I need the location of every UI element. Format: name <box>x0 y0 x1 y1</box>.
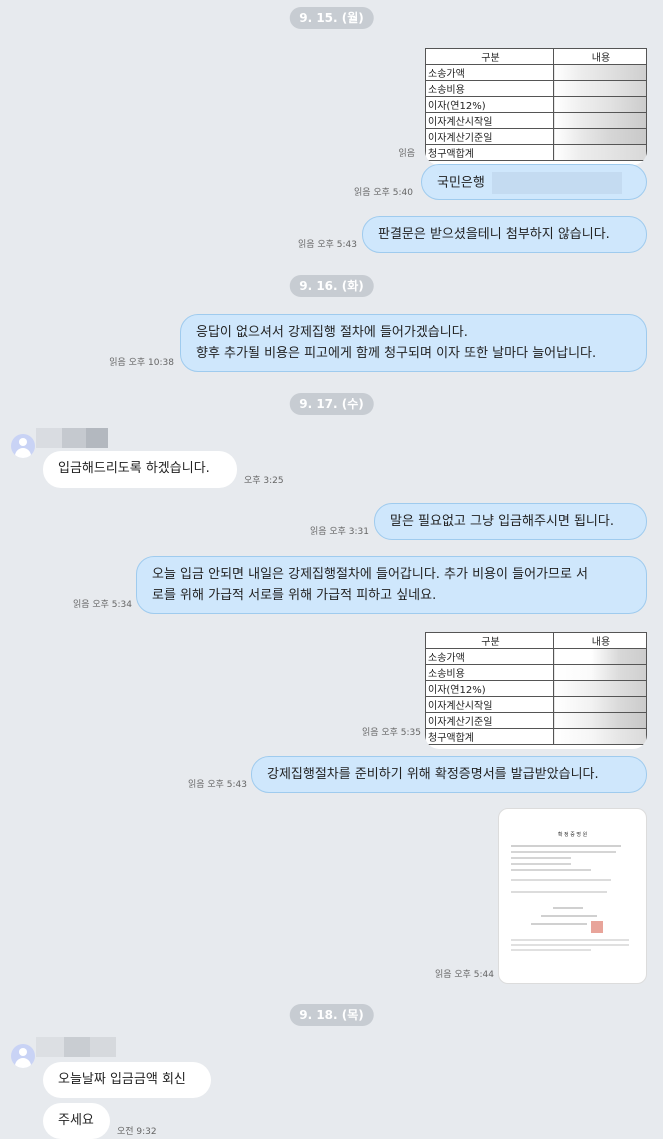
blurred-value <box>553 80 647 97</box>
table-row-label: 이자계산시작일 <box>425 696 554 713</box>
table-image-attachment[interactable]: 구분 내용 소송가액 소송비용 이자(연12%) 이자계산시작일 이자계산기준일 … <box>425 632 647 749</box>
message-meta: 읽음 오후 5:35 <box>361 728 421 738</box>
outgoing-message[interactable]: 오늘 입금 안되면 내일은 강제집행절차에 들어갑니다. 추가 비용이 들어가므… <box>136 556 647 614</box>
table-row-label: 소송가액 <box>425 648 554 665</box>
blurred-value <box>553 712 647 729</box>
blurred-value <box>553 96 647 113</box>
outgoing-message[interactable]: 판결문은 받으셨을테니 첨부하지 않습니다. <box>362 216 647 253</box>
table-row-label: 소송가액 <box>425 64 554 81</box>
message-text-line: 응답이 없으셔서 강제집행 절차에 들어가겠습니다. <box>196 325 468 340</box>
outgoing-message[interactable]: 말은 필요없고 그냥 입금해주시면 됩니다. <box>374 503 647 540</box>
message-text-line: 로를 위해 가급적 서로를 위해 가급적 피하고 싶네요. <box>152 588 437 603</box>
table-header-content: 내용 <box>553 632 647 649</box>
outgoing-message[interactable]: 국민은행 <box>421 164 647 200</box>
table-header-content: 내용 <box>553 48 647 65</box>
table-row-label: 청구액합계 <box>425 144 554 161</box>
blurred-value <box>553 112 647 129</box>
incoming-message[interactable]: 주세요 <box>43 1103 110 1139</box>
table-row-label: 이자(연12%) <box>425 96 554 113</box>
blurred-value <box>553 128 647 145</box>
user-avatar-icon[interactable] <box>11 434 35 458</box>
message-meta: 오전 9:32 <box>117 1127 157 1137</box>
table-row-label: 소송비용 <box>425 664 554 681</box>
table-row-label: 이자계산기준일 <box>425 712 554 729</box>
blurred-sender-name <box>36 428 108 448</box>
date-divider: 9. 18. (목) <box>289 1004 374 1026</box>
blurred-value <box>553 648 647 665</box>
table-header-category: 구분 <box>425 632 554 649</box>
certificate-title: 확 정 증 명 원 <box>557 832 588 838</box>
table-image-attachment[interactable]: 구분 내용 소송가액 소송비용 이자(연12%) 이자계산시작일 이자계산기준일 … <box>425 48 647 165</box>
outgoing-message[interactable]: 응답이 없으셔서 강제집행 절차에 들어가겠습니다. 향후 추가될 비용은 피고… <box>180 314 647 372</box>
table-row-label: 이자계산기준일 <box>425 128 554 145</box>
table-row-label: 이자(연12%) <box>425 680 554 697</box>
message-meta: 읽음 오후 5:43 <box>297 240 357 250</box>
redacted-account <box>491 172 622 194</box>
outgoing-message[interactable]: 강제집행절차를 준비하기 위해 확정증명서를 발급받았습니다. <box>251 756 647 793</box>
message-text-line: 오늘 입금 안되면 내일은 강제집행절차에 들어갑니다. 추가 비용이 들어가므… <box>152 567 589 582</box>
blurred-value <box>553 64 647 81</box>
certificate-document: 확 정 증 명 원 <box>505 815 640 977</box>
date-divider: 9. 16. (화) <box>289 275 374 297</box>
message-meta: 읽음 오후 5:34 <box>72 600 132 610</box>
claim-table: 구분 내용 소송가액 소송비용 이자(연12%) 이자계산시작일 이자계산기준일 … <box>425 632 647 745</box>
red-seal-stamp <box>591 921 603 933</box>
message-meta: 읽음 오후 5:43 <box>187 780 247 790</box>
certificate-image-attachment[interactable]: 확 정 증 명 원 <box>498 808 647 984</box>
table-header-category: 구분 <box>425 48 554 65</box>
message-meta: 오후 3:25 <box>244 476 284 486</box>
user-avatar-icon[interactable] <box>11 1044 35 1068</box>
message-text-line: 향후 추가될 비용은 피고에게 함께 청구되며 이자 또한 날마다 늘어납니다. <box>196 346 597 361</box>
message-text: 국민은행 <box>437 175 485 191</box>
blurred-value <box>553 728 647 745</box>
blurred-sender-name <box>36 1037 116 1057</box>
claim-table: 구분 내용 소송가액 소송비용 이자(연12%) 이자계산시작일 이자계산기준일 … <box>425 48 647 161</box>
message-meta: 읽음 오후 10:38 <box>109 358 174 368</box>
date-divider: 9. 17. (수) <box>289 393 374 415</box>
table-row-label: 소송비용 <box>425 80 554 97</box>
message-meta: 읽음 오후 3:31 <box>309 527 369 537</box>
message-meta: 읽음 오후 5:44 <box>434 970 494 980</box>
table-row-label: 청구액합계 <box>425 728 554 745</box>
incoming-message[interactable]: 입금해드리도록 하겠습니다. <box>43 451 237 488</box>
blurred-value <box>553 680 647 697</box>
blurred-value <box>553 144 647 161</box>
table-row-label: 이자계산시작일 <box>425 112 554 129</box>
date-divider: 9. 15. (월) <box>289 7 374 29</box>
message-meta: 읽음 오후 5:40 <box>353 188 413 198</box>
blurred-value <box>553 696 647 713</box>
read-receipt: 읽음 <box>398 149 415 159</box>
incoming-message[interactable]: 오늘날짜 입금금액 회신 <box>43 1062 211 1098</box>
blurred-value <box>553 664 647 681</box>
